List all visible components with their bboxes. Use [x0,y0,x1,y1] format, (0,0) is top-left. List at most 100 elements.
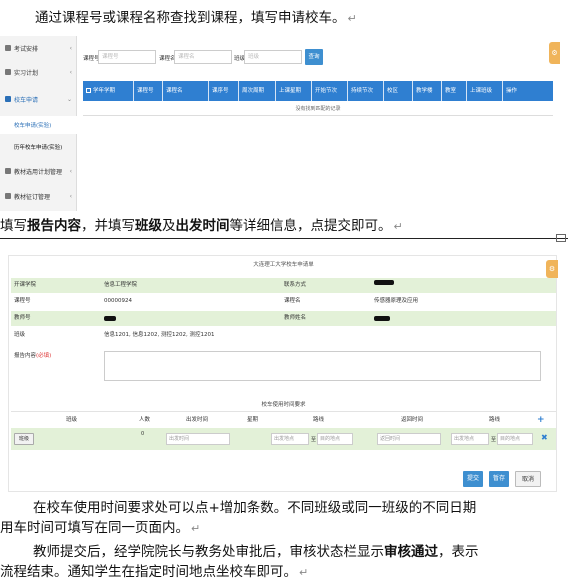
gear-icon[interactable]: ⚙ [549,42,560,64]
sidebar-item-textbook-plan[interactable]: 教材选用计划管理 ‹ [0,161,77,181]
col-term[interactable]: 学年学期 [83,81,134,101]
report-label: 报告内容(必填) [14,353,52,359]
form-row-class: 班级 信息1201, 信息1202, 测控1202, 测控1201 [11,328,556,343]
col-building[interactable]: 教学楼 [413,81,442,101]
col-room[interactable]: 教室 [442,81,467,101]
empty-table-message: 没有找到匹配的记录 [83,102,553,116]
depart-time-input[interactable]: 出发时间 [166,433,230,445]
course-search-screenshot: 考试安排 ‹ 实习计划 ‹ 校车申请 ⌄ 校车申请(实验) 历年校车申请(实验) 教材… [0,36,560,211]
sched-col-depart: 出发时间 [186,417,209,423]
course-no-label: 课程号 [14,298,31,304]
schedule-row: 班级 0 出发时间 出发地点 至 目的地点 返回时间 出发地点 至 目的地点 [11,428,556,450]
sched-col-class: 班级 [66,417,78,423]
start-place-input[interactable]: 出发地点 [271,433,309,445]
approval-paragraph-line1: 教师提交后，经学院院长与教务处审批后，审核状态栏显示审核通过，表示 [33,544,479,560]
col-duration[interactable]: 持续节次 [348,81,384,101]
col-weekday[interactable]: 上课星期 [276,81,312,101]
table-move-handle-icon [556,234,566,242]
count-value: 0 [141,431,145,437]
gear-icon[interactable]: ⚙ [546,260,558,278]
schedule-title: 校车使用时间要求 [11,398,556,412]
bus-application-form-screenshot: 大连理工大学校车申请单 ⚙ 开课学院 信息工程学院 联系方式 课程号 00000… [8,255,558,492]
sched-col-route2: 路线 [489,417,501,423]
remove-row-icon[interactable]: ✖ [541,434,548,442]
chevron-down-icon: ⌄ [66,95,72,103]
chevron-left-icon: ‹ [69,167,72,175]
results-table-header: 学年学期 课程号 课程名 课序号 周次周期 上课星期 开始节次 持续节次 校区 … [83,81,553,101]
sidebar-item-bus[interactable]: 校车申请 ⌄ [0,88,77,110]
class-select-button[interactable]: 班级 [14,433,34,445]
col-section-no[interactable]: 课序号 [209,81,239,101]
class-label: 班级 [14,332,26,338]
col-action[interactable]: 操作 [503,81,553,101]
form-title: 大连理工大学校车申请单 [253,262,314,268]
course-name-value: 传感器原理及应用 [374,298,419,304]
sidebar: 考试安排 ‹ 实习计划 ‹ 校车申请 ⌄ 校车申请(实验) 历年校车申请(实验) 教材… [0,36,77,211]
chevron-left-icon: ‹ [69,44,72,52]
start-place-input-2[interactable]: 出发地点 [451,433,489,445]
teacher-name-label: 教师姓名 [284,315,307,321]
pilcrow-icon: ↵ [191,522,201,535]
required-marker: (必填) [36,353,52,359]
return-time-input[interactable]: 返回时间 [377,433,441,445]
chevron-left-icon: ‹ [69,192,72,200]
flask-icon [5,69,11,75]
fill-instructions-paragraph: 填写报告内容，并填写班级及出发时间等详细信息，点提交即可。 ↵ [0,218,403,234]
course-no-input[interactable]: 课程号 [98,50,156,64]
add-rows-paragraph-line2: 用车时间可填写在同一页面内。 ↵ [0,520,201,536]
book-icon [5,193,11,199]
query-button[interactable]: 查询 [305,49,323,65]
cancel-button[interactable]: 取消 [515,471,541,487]
bus-icon [5,96,11,102]
form-row-course: 课程号 00000924 课程名 传感器原理及应用 [11,294,556,309]
sidebar-item-exam[interactable]: 考试安排 ‹ [0,38,77,58]
submit-button[interactable]: 提交 [463,471,483,487]
class-input[interactable]: 班级 [244,50,302,64]
redacted-contact [374,280,394,285]
form-row-teacher: 教师号 教师姓名 [11,311,556,326]
pilcrow-icon: ↵ [347,12,357,25]
sidebar-item-textbook-order[interactable]: 教材征订管理 ‹ [0,186,77,206]
sched-col-weekday: 星期 [247,417,259,423]
intro-text: 通过课程号或课程名称查找到课程，填写申请校车。 [35,10,346,26]
chevron-left-icon: ‹ [69,68,72,76]
pilcrow-icon: ↵ [299,566,309,579]
pilcrow-icon: ↵ [393,220,403,233]
sched-col-route: 路线 [313,417,325,423]
col-class[interactable]: 上课班级 [467,81,503,101]
schedule-header: 班级 人数 出发时间 星期 路线 返回时间 路线 [11,413,556,427]
dest-place-input-2[interactable]: 目的地点 [497,433,533,445]
sched-col-return: 返回时间 [401,417,424,423]
teacher-no-label: 教师号 [14,315,31,321]
col-course-no[interactable]: 课程号 [134,81,163,101]
course-no-value: 00000924 [104,298,132,304]
form-row-college: 开课学院 信息工程学院 联系方式 [11,278,556,293]
exam-icon [5,45,11,51]
add-rows-paragraph-line1: 在校车使用时间要求处可以点+增加条数。不同班级或同一班级的不同日期 [33,500,477,516]
checkbox[interactable] [86,88,91,93]
col-campus[interactable]: 校区 [384,81,413,101]
col-weeks[interactable]: 周次周期 [239,81,276,101]
col-course-name[interactable]: 课程名 [163,81,209,101]
sidebar-item-bus-history[interactable]: 历年校车申请(实验) [0,138,77,156]
course-name-label: 课程名 [284,298,301,304]
report-content-textarea[interactable] [104,351,541,381]
save-draft-button[interactable]: 暂存 [489,471,509,487]
sidebar-item-bus-apply[interactable]: 校车申请(实验) [0,116,77,134]
add-row-icon[interactable]: + [537,415,545,425]
sched-col-count: 人数 [139,417,151,423]
section-divider [0,238,568,239]
redacted-teacher-name [374,316,390,321]
redacted-teacher-no [104,316,116,321]
dest-place-input[interactable]: 目的地点 [317,433,353,445]
sidebar-item-internship[interactable]: 实习计划 ‹ [0,62,77,82]
contact-label: 联系方式 [284,282,307,288]
class-value: 信息1201, 信息1202, 测控1202, 测控1201 [104,332,215,338]
college-label: 开课学院 [14,282,37,288]
course-name-input[interactable]: 课程名 [174,50,232,64]
approval-paragraph-line2: 流程结束。通知学生在指定时间地点坐校车即可。 ↵ [0,564,309,580]
book-icon [5,168,11,174]
col-start-period[interactable]: 开始节次 [312,81,348,101]
to-label: 至 [311,437,317,443]
college-value: 信息工程学院 [104,282,138,288]
